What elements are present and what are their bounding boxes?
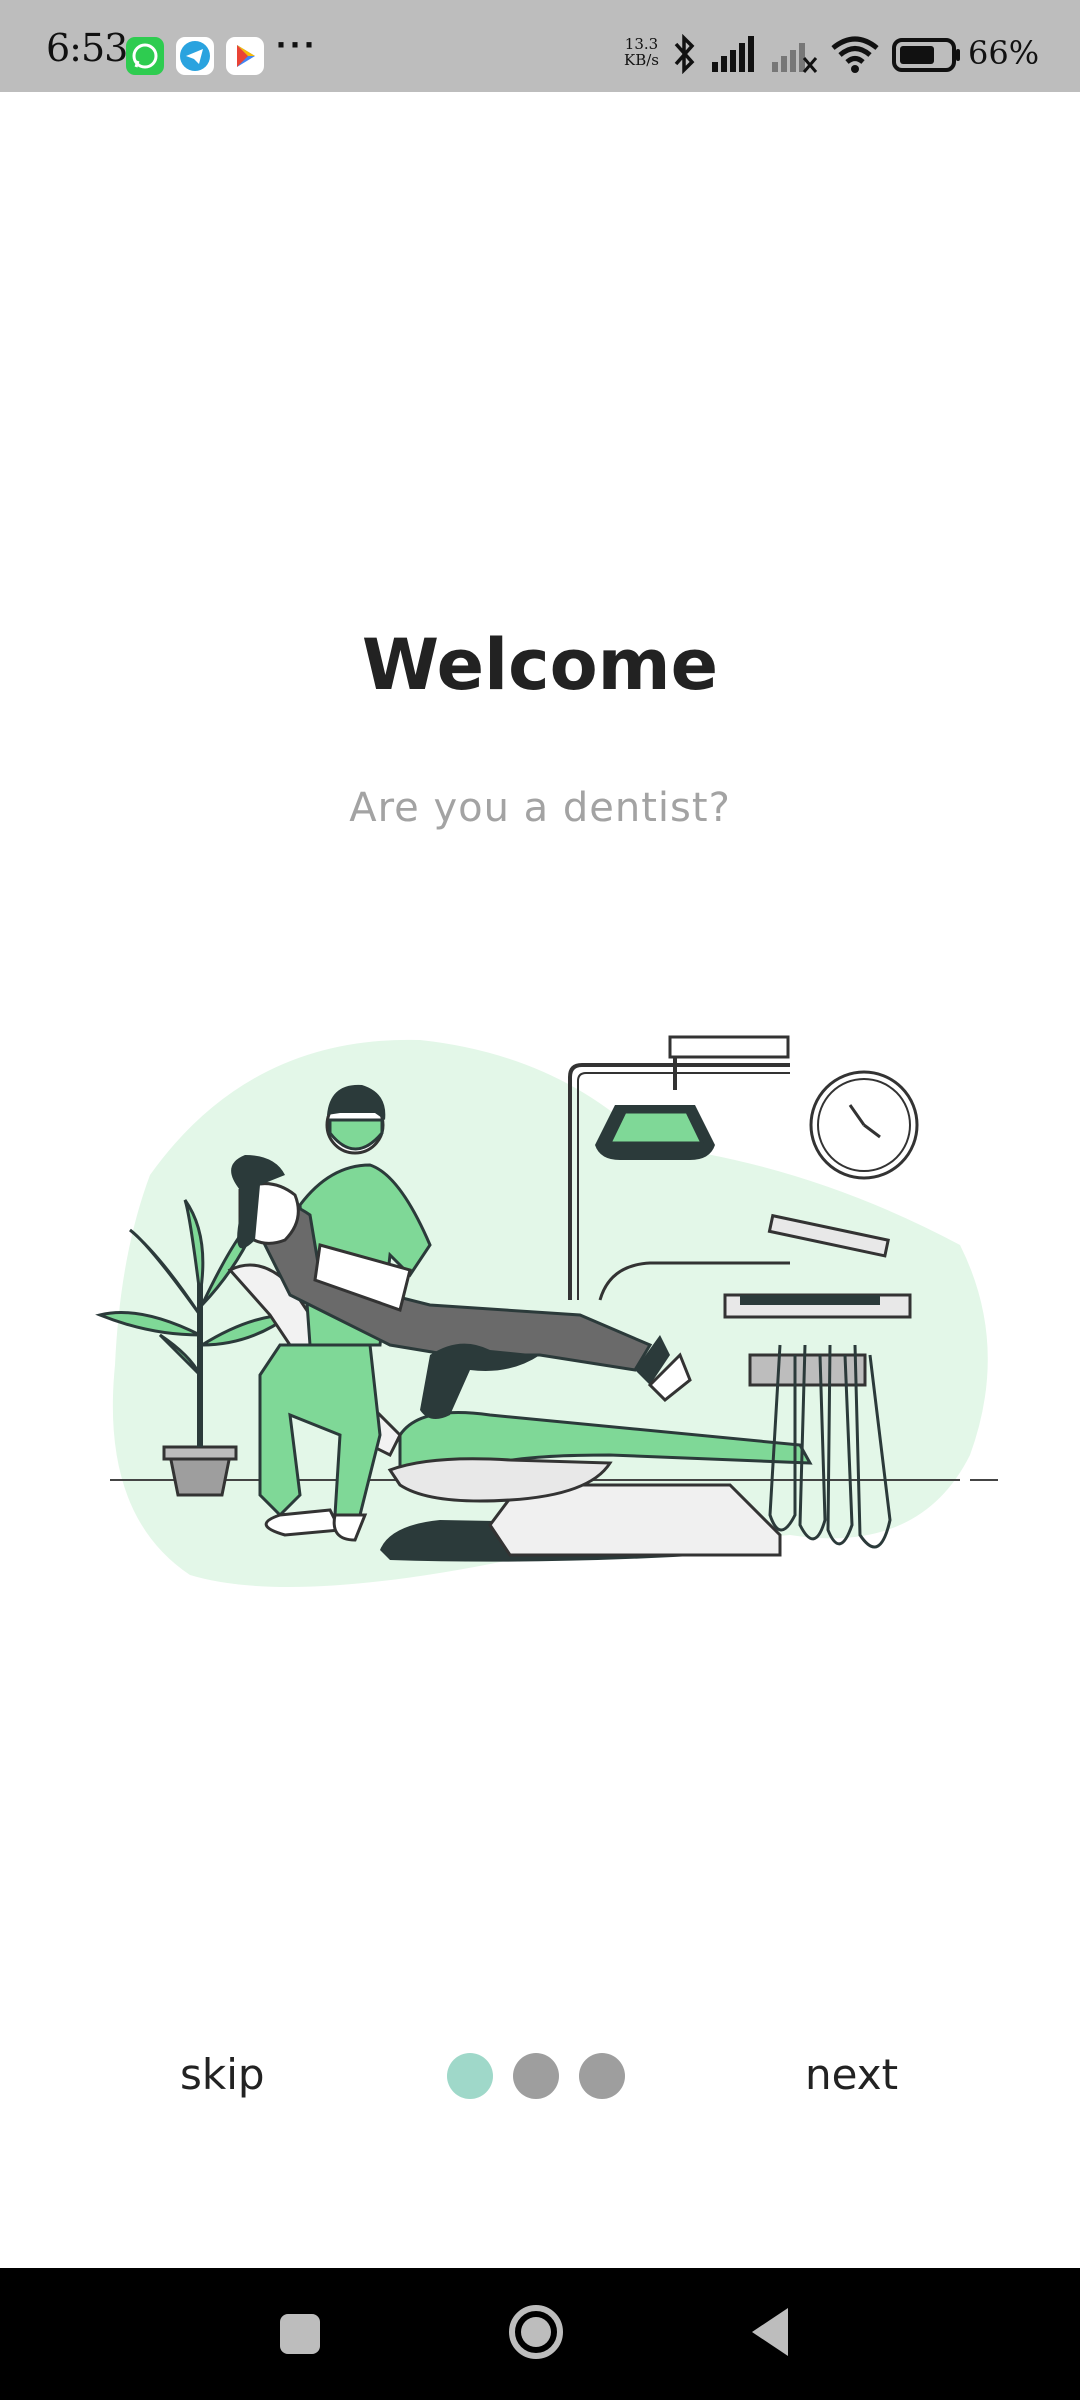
page-dot-2[interactable] — [513, 2053, 559, 2099]
more-notifications-icon: ··· — [276, 24, 318, 65]
net-speed-unit: KB/s — [624, 51, 659, 69]
next-button[interactable]: next — [805, 2050, 898, 2099]
page-dot-1[interactable] — [447, 2053, 493, 2099]
net-speed: 13.3 KB/s — [624, 36, 659, 68]
page-dot-3[interactable] — [579, 2053, 625, 2099]
page-title: Welcome — [361, 624, 719, 706]
signal-icon — [712, 36, 754, 72]
skip-button[interactable]: skip — [180, 2050, 265, 2099]
play-store-icon — [226, 37, 264, 75]
wifi-icon — [831, 36, 879, 73]
page-subtitle: Are you a dentist? — [349, 785, 731, 831]
back-icon[interactable] — [748, 2306, 792, 2358]
net-speed-value: 13.3 — [624, 35, 659, 53]
battery-icon — [892, 38, 960, 72]
status-time: 6:53 — [46, 26, 128, 70]
recents-icon[interactable] — [278, 2312, 322, 2356]
page-indicator — [447, 2053, 625, 2099]
whatsapp-icon — [126, 37, 164, 75]
signal-no-service-icon — [772, 43, 818, 73]
system-nav-bar — [0, 2268, 1080, 2400]
dentist-illustration — [95, 1035, 998, 1587]
bluetooth-icon — [674, 34, 695, 74]
battery-percent: 66% — [968, 34, 1040, 72]
home-icon[interactable] — [506, 2302, 566, 2362]
telegram-icon — [176, 37, 214, 75]
status-bar: 6:53 ··· 13.3 KB/s 66% — [0, 0, 1080, 92]
